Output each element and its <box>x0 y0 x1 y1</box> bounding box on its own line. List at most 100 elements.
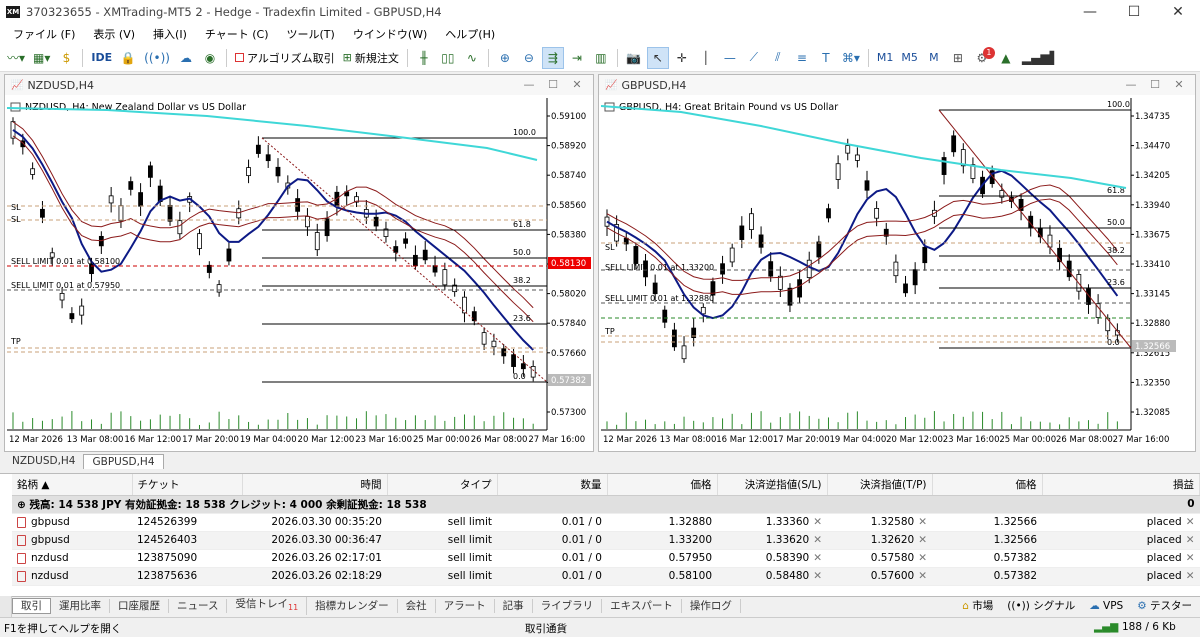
algo-trading-button[interactable]: アルゴリズム取引 <box>232 47 338 69</box>
signals-link[interactable]: ((•)) シグナル <box>1007 597 1075 616</box>
shapes-icon[interactable]: ⌘▾ <box>839 47 863 69</box>
screenshot-icon[interactable]: 📷 <box>623 47 645 69</box>
grid-icon[interactable]: ▥ <box>590 47 612 69</box>
tab-calendar[interactable]: 指標カレンダー <box>307 599 398 613</box>
col-price[interactable]: 価格 <box>607 474 718 496</box>
close-icon[interactable]: ✕ <box>1167 75 1191 95</box>
tf-more-button[interactable]: M <box>923 47 945 69</box>
remove-sl-icon[interactable]: ✕ <box>813 570 822 582</box>
col-time[interactable]: 時間 <box>242 474 388 496</box>
tab-experts[interactable]: エキスパート <box>602 599 682 613</box>
chart-tab-nzdusd[interactable]: NZDUSD,H4 <box>4 454 83 469</box>
menu-view[interactable]: 表示 (V) <box>84 26 144 42</box>
minimize-icon[interactable]: — <box>1119 75 1143 95</box>
remove-tp-icon[interactable]: ✕ <box>918 516 927 528</box>
tab-news[interactable]: ニュース <box>169 599 228 613</box>
table-row[interactable]: gbpusd 124526403 2026.03.30 00:36:47 sel… <box>12 531 1200 550</box>
tab-journal[interactable]: 操作ログ <box>682 599 741 613</box>
tab-exposure[interactable]: 運用比率 <box>51 599 110 613</box>
chart-type-icon[interactable]: 〰▾ <box>4 47 28 69</box>
tab-articles[interactable]: 記事 <box>495 599 533 613</box>
table-row[interactable]: nzdusd 123875636 2026.03.26 02:18:29 sel… <box>12 567 1200 586</box>
signal-icon[interactable]: ((•)) <box>141 47 173 69</box>
remove-sl-icon[interactable]: ✕ <box>813 552 822 564</box>
tester-link[interactable]: ⚙ テスター <box>1137 597 1192 616</box>
cursor-icon[interactable]: ↖ <box>646 46 669 69</box>
col-volume[interactable]: 数量 <box>497 474 608 496</box>
maximize-icon[interactable]: ☐ <box>541 75 565 95</box>
table-row[interactable]: nzdusd 123875090 2026.03.26 02:17:01 sel… <box>12 549 1200 568</box>
close-icon[interactable]: ✕ <box>565 75 589 95</box>
chart-shift-icon[interactable]: ⇥ <box>566 47 588 69</box>
hline-icon[interactable]: — <box>719 47 741 69</box>
tab-history[interactable]: 口座履歴 <box>110 599 169 613</box>
col-profit[interactable]: 損益 <box>1042 474 1200 496</box>
y-tick-label: 1.33940 <box>1135 201 1170 211</box>
minimize-icon[interactable]: — <box>517 75 541 95</box>
tab-library[interactable]: ライブラリ <box>533 599 603 613</box>
maximize-button[interactable]: ☐ <box>1112 0 1156 24</box>
col-current-price[interactable]: 価格 <box>932 474 1043 496</box>
menu-window[interactable]: ウインドウ(W) <box>344 26 436 42</box>
tab-mailbox[interactable]: 受信トレイ11 <box>227 596 308 616</box>
lock-icon[interactable]: 🔒 <box>117 47 139 69</box>
zoom-out-icon[interactable]: ⊖ <box>518 47 540 69</box>
cancel-order-icon[interactable]: ✕ <box>1186 552 1195 564</box>
gbp-plot-area[interactable]: GBPUSD, H4: Great Britain Pound vs US Do… <box>601 98 1193 450</box>
crosshair-icon[interactable]: ✛ <box>671 47 693 69</box>
vps-link[interactable]: ☁ VPS <box>1089 597 1123 616</box>
remove-tp-icon[interactable]: ✕ <box>918 534 927 546</box>
notifications-icon[interactable]: ⚙ 1 <box>971 46 995 69</box>
trendline-icon[interactable]: ⟋ <box>743 47 765 69</box>
col-symbol[interactable]: 銘柄 ▲ <box>12 474 133 496</box>
col-sl[interactable]: 決済逆指値(S/L) <box>717 474 828 496</box>
menu-tools[interactable]: ツール(T) <box>278 26 344 42</box>
remove-sl-icon[interactable]: ✕ <box>813 534 822 546</box>
autoscroll-icon[interactable]: ⇶ <box>541 46 564 69</box>
tf-m1-button[interactable]: M1 <box>874 47 897 69</box>
vline-icon[interactable]: │ <box>695 47 717 69</box>
menu-help[interactable]: ヘルプ(H) <box>436 26 504 42</box>
remove-sl-icon[interactable]: ✕ <box>813 516 822 528</box>
maximize-icon[interactable]: ☐ <box>1143 75 1167 95</box>
chart-tab-gbpusd[interactable]: GBPUSD,H4 <box>83 454 164 469</box>
tab-trade[interactable]: 取引 <box>12 598 51 614</box>
cancel-order-icon[interactable]: ✕ <box>1186 570 1195 582</box>
remove-tp-icon[interactable]: ✕ <box>918 552 927 564</box>
col-ticket[interactable]: チケット <box>132 474 243 496</box>
menu-chart[interactable]: チャート (C) <box>196 26 278 42</box>
bar-chart-icon[interactable]: ╫ <box>413 47 435 69</box>
text-icon[interactable]: T <box>815 47 837 69</box>
menu-insert[interactable]: 挿入(I) <box>144 26 196 42</box>
nzd-plot-area[interactable]: NZDUSD, H4: New Zealand Dollar vs US Dol… <box>7 98 591 450</box>
cancel-order-icon[interactable]: ✕ <box>1186 534 1195 546</box>
tp: 1.32620 <box>870 534 915 546</box>
signal-strength-icon[interactable]: ▂▄▆▌ <box>1019 47 1062 69</box>
zoom-in-icon[interactable]: ⊕ <box>494 47 516 69</box>
grid-toggle-icon[interactable]: ⊞ <box>947 47 969 69</box>
close-button[interactable]: ✕ <box>1156 0 1200 24</box>
cancel-order-icon[interactable]: ✕ <box>1186 516 1195 528</box>
fibo-icon[interactable]: ≡ <box>791 47 813 69</box>
candle-chart-icon[interactable]: ▯▯ <box>437 47 459 69</box>
col-type[interactable]: タイプ <box>387 474 498 496</box>
market-link[interactable]: ⌂ 市場 <box>962 597 993 616</box>
tf-m5-button[interactable]: M5 <box>898 47 921 69</box>
new-order-button[interactable]: ⊞ 新規注文 <box>340 47 402 69</box>
col-tp[interactable]: 決済指値(T/P) <box>827 474 933 496</box>
globe-icon[interactable]: ◉ <box>199 47 221 69</box>
channel-icon[interactable]: ⫽ <box>767 47 789 69</box>
line-chart-icon[interactable]: ∿ <box>461 47 483 69</box>
table-row[interactable]: gbpusd 124526399 2026.03.30 00:35:20 sel… <box>12 513 1200 532</box>
cloud-icon[interactable]: ☁ <box>175 47 197 69</box>
remove-tp-icon[interactable]: ✕ <box>918 570 927 582</box>
tab-alerts[interactable]: アラート <box>436 599 495 613</box>
ide-button[interactable]: IDE <box>88 47 115 69</box>
indicators-icon[interactable]: ▦▾ <box>30 47 53 69</box>
money-icon[interactable]: $ <box>55 47 77 69</box>
minimize-button[interactable]: — <box>1068 0 1112 24</box>
menu-file[interactable]: ファイル (F) <box>4 26 84 42</box>
vps-label: VPS <box>1103 600 1124 612</box>
level-icon[interactable]: ▲ <box>995 47 1017 69</box>
tab-company[interactable]: 会社 <box>398 599 436 613</box>
